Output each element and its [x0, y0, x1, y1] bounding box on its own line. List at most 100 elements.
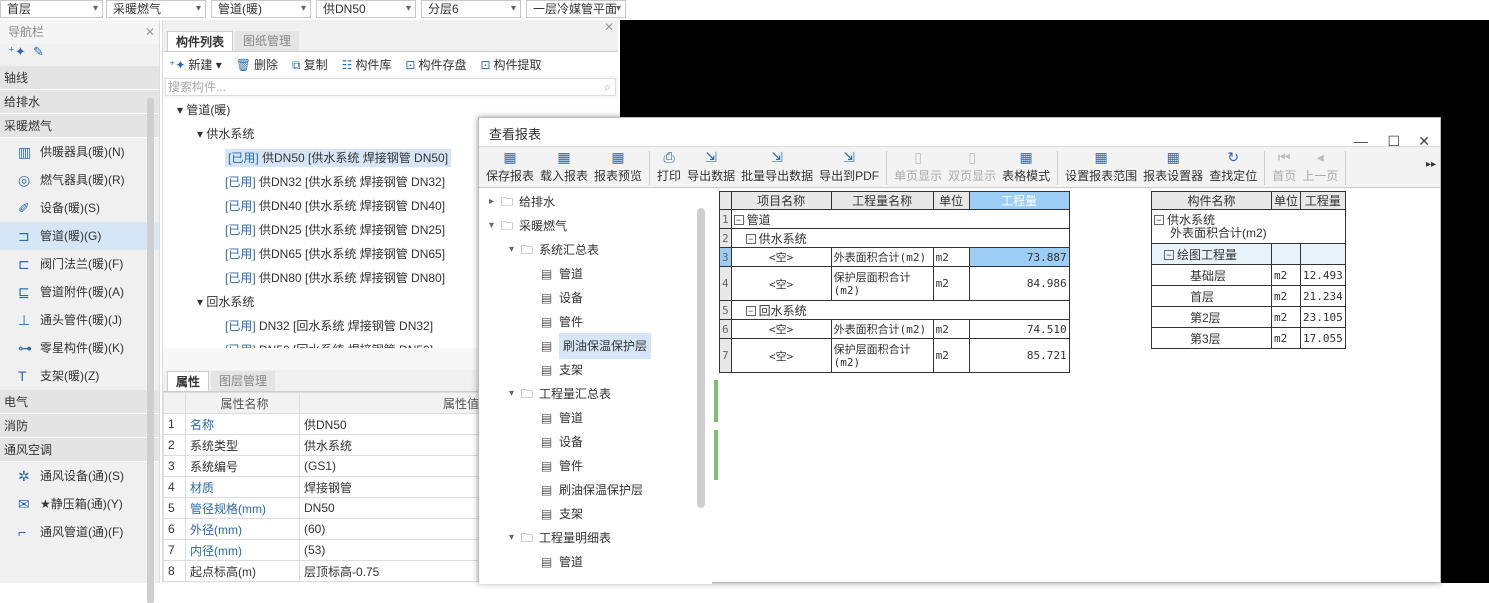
report-tool-button[interactable]: ⎙ 打印: [654, 147, 684, 184]
search-icon[interactable]: ⌕: [604, 79, 611, 95]
library-button[interactable]: ☷ 构件库: [342, 56, 392, 73]
close-icon[interactable]: ✕: [604, 20, 614, 34]
nav-category-plumbing[interactable]: 给排水: [0, 90, 159, 114]
nav-item[interactable]: ⊶ 零星构件(暖)(K): [0, 334, 159, 362]
new-button[interactable]: ⁺✦ 新建 ▾: [169, 56, 222, 73]
detail-row[interactable]: 基础层 m2 12.493: [1151, 264, 1346, 286]
nav-scroll-thumb[interactable]: [147, 98, 154, 603]
nav-item[interactable]: ⊑ 管道附件(暖)(A): [0, 278, 159, 306]
cell-quantity[interactable]: 73.887: [968, 247, 1070, 267]
report-tool-button[interactable]: ▦ 保存报表: [483, 147, 537, 184]
report-tool-button[interactable]: ⏮ 首页: [1269, 147, 1299, 184]
collapse-icon[interactable]: ▾: [177, 103, 186, 117]
save-component-button[interactable]: ⊡ 构件存盘: [405, 56, 466, 73]
layer-select[interactable]: 分层6: [421, 0, 521, 18]
report-tool-button[interactable]: ▦ 报表预览: [591, 147, 645, 184]
collapse-icon[interactable]: ▾: [197, 127, 206, 141]
report-tree-node[interactable]: ▾ 🗀 工程量汇总表: [479, 382, 712, 406]
close-icon[interactable]: ✕: [145, 20, 155, 44]
cell-qname[interactable]: 外表面积合计(m2): [830, 247, 934, 267]
nav-item[interactable]: ⊏ 阀门法兰(暖)(F): [0, 250, 159, 278]
report-tool-button[interactable]: ▦ 载入报表: [537, 147, 591, 184]
report-tree-node[interactable]: ▾ 🗀 系统汇总表: [479, 238, 712, 262]
detail-row[interactable]: 首层 m2 21.234: [1151, 285, 1346, 307]
collapse-icon[interactable]: ▾: [509, 526, 521, 550]
report-tool-button[interactable]: ↻ 查找定位: [1206, 147, 1260, 184]
report-tool-button[interactable]: ▯ 双页显示: [945, 147, 999, 184]
cell-qname[interactable]: 外表面积合计(m2): [830, 319, 934, 339]
report-tree-node[interactable]: ▤ 管件: [479, 454, 712, 478]
component-select[interactable]: 供DN50: [316, 0, 416, 18]
collapse-icon[interactable]: −: [1154, 215, 1164, 226]
report-tree-node[interactable]: ▤ 设备: [479, 286, 712, 310]
cell-qname[interactable]: 保护层面积合计(m2): [830, 266, 934, 301]
report-tool-button[interactable]: ◂ 上一页: [1299, 147, 1341, 184]
cell-quantity[interactable]: 74.510: [968, 319, 1070, 339]
collapse-icon[interactable]: −: [733, 215, 744, 226]
component-search-input[interactable]: 搜索构件... ⌕: [165, 78, 616, 96]
add-icon[interactable]: ⁺✦: [8, 44, 26, 59]
delete-button[interactable]: 🗑 删除: [236, 56, 278, 73]
nav-category-electric[interactable]: 电气: [0, 390, 159, 414]
nav-item[interactable]: ✉ ★静压箱(通)(Y): [0, 490, 159, 518]
collapse-icon[interactable]: −: [1164, 250, 1174, 261]
cell-item[interactable]: <空>: [730, 266, 832, 301]
cell-quantity[interactable]: 84.986: [968, 266, 1070, 301]
cell-item[interactable]: <空>: [730, 247, 832, 267]
collapse-icon[interactable]: −: [745, 234, 756, 245]
report-tree-scrollbar[interactable]: [697, 208, 705, 508]
floor-select[interactable]: 首层: [0, 0, 103, 18]
detail-subgroup[interactable]: − 绘图工程量: [1151, 243, 1272, 265]
detail-row[interactable]: 第2层 m2 23.105: [1151, 306, 1346, 328]
row-group-supply[interactable]: − 供水系统: [730, 228, 1070, 248]
report-tool-button[interactable]: ▦ 表格模式: [999, 147, 1053, 184]
tab-layer-management[interactable]: 图层管理: [211, 371, 276, 391]
cell-quantity[interactable]: 85.721: [968, 338, 1070, 373]
collapse-icon[interactable]: ▾: [197, 295, 206, 309]
detail-group[interactable]: − 供水系统 外表面积合计(m2): [1151, 209, 1346, 244]
report-tree-node[interactable]: ▤ 管道: [479, 550, 712, 574]
nav-item[interactable]: T 支架(暖)(Z): [0, 362, 159, 390]
collapse-icon[interactable]: −: [745, 306, 756, 317]
cell-qname[interactable]: 保护层面积合计(m2): [830, 338, 934, 373]
report-tree-node[interactable]: ▸ 🗀 给排水: [479, 190, 712, 214]
collapse-icon[interactable]: ▾: [489, 214, 501, 238]
report-tool-button[interactable]: ▯ 单页显示: [891, 147, 945, 184]
report-tree-node[interactable]: ▤ 设备: [479, 430, 712, 454]
nav-item[interactable]: ◎ 燃气器具(暖)(R): [0, 166, 159, 194]
nav-scrollbar[interactable]: [147, 98, 154, 603]
collapse-icon[interactable]: ▾: [509, 238, 521, 262]
report-tree-node[interactable]: ▤ 刷油保温保护层: [479, 333, 712, 359]
tab-drawing-management[interactable]: 图纸管理: [235, 31, 300, 51]
row-group-pipe[interactable]: − 管道: [730, 209, 1070, 229]
discipline-select[interactable]: 采暖燃气: [106, 0, 206, 18]
report-tree-node[interactable]: ▤ 刷油保温保护层: [479, 478, 712, 502]
report-tool-button[interactable]: ▦ 报表设置器: [1140, 147, 1206, 184]
copy-button[interactable]: ⧉ 复制: [292, 56, 328, 73]
report-tool-button[interactable]: ⇲ 导出到PDF: [816, 147, 882, 184]
nav-item[interactable]: ⌐ 通风管道(通)(F): [0, 518, 159, 546]
nav-item[interactable]: ▥ 供暖器具(暖)(N): [0, 138, 159, 166]
nav-category-fire[interactable]: 消防: [0, 414, 159, 438]
row-group-return[interactable]: − 回水系统: [730, 300, 1070, 320]
cell-unit[interactable]: m2: [932, 266, 970, 301]
nav-item[interactable]: ✲ 通风设备(通)(S): [0, 462, 159, 490]
tab-component-list[interactable]: 构件列表: [167, 31, 234, 51]
report-tool-button[interactable]: ▦ 设置报表范围: [1062, 147, 1140, 184]
extract-button[interactable]: ⊡ 构件提取: [480, 56, 541, 73]
nav-item[interactable]: ✐ 设备(暖)(S): [0, 194, 159, 222]
nav-item[interactable]: ⊐ 管道(暖)(G): [0, 222, 159, 250]
nav-category-hvac[interactable]: 通风空调: [0, 438, 159, 462]
report-tree-node[interactable]: ▤ 支架: [479, 358, 712, 382]
drawing-select[interactable]: 一层冷媒管平面: [526, 0, 626, 18]
cell-unit[interactable]: m2: [932, 319, 970, 339]
report-tree-node[interactable]: ▤ 管道: [479, 262, 712, 286]
component-type-select[interactable]: 管道(暖): [211, 0, 311, 18]
cell-unit[interactable]: m2: [932, 338, 970, 373]
report-tree-node[interactable]: ▤ 管道: [479, 406, 712, 430]
cell-unit[interactable]: m2: [932, 247, 970, 267]
report-tree-node[interactable]: ▾ 🗀 工程量明细表: [479, 526, 712, 550]
report-tree-node[interactable]: ▤ 管件: [479, 310, 712, 334]
report-tool-button[interactable]: ⇲ 批量导出数据: [738, 147, 816, 184]
nav-category-heating[interactable]: 采暖燃气: [0, 114, 159, 138]
